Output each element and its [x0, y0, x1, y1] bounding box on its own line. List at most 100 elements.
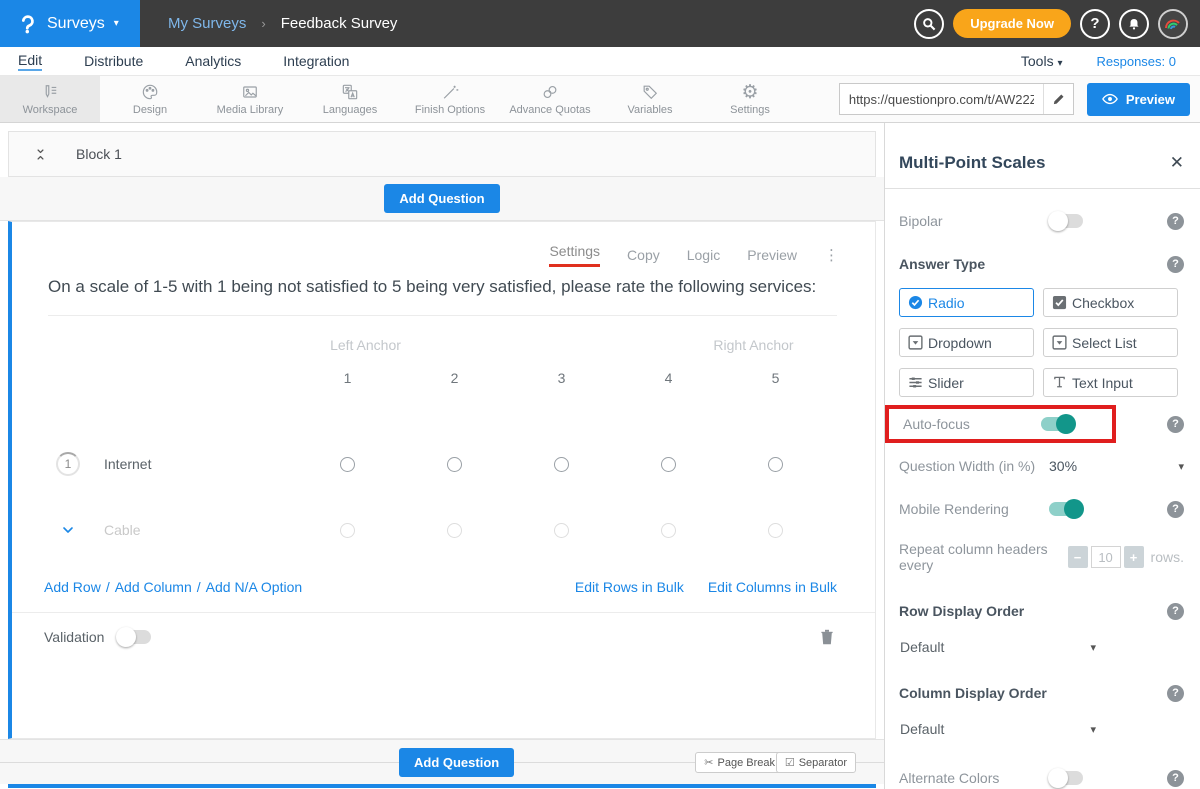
bipolar-toggle[interactable]	[1049, 214, 1083, 228]
add-na-option-link[interactable]: Add N/A Option	[206, 579, 303, 595]
checked-box-icon: ☑	[785, 756, 795, 769]
add-row-link[interactable]: Add Row	[44, 579, 101, 595]
mobile-rendering-help-icon[interactable]: ?	[1167, 501, 1184, 518]
answer-type-help-icon[interactable]: ?	[1167, 256, 1184, 273]
question-tab-logic[interactable]: Logic	[687, 247, 720, 263]
answer-type-dropdown[interactable]: Dropdown	[899, 328, 1034, 357]
edit-rows-bulk-link[interactable]: Edit Rows in Bulk	[575, 579, 684, 595]
row-display-order-select[interactable]: Default ▾	[900, 639, 1096, 655]
column-header-1[interactable]: 1	[294, 370, 401, 386]
answer-type-checkbox[interactable]: Checkbox	[1043, 288, 1178, 317]
question-tab-copy[interactable]: Copy	[627, 247, 660, 263]
alternate-colors-toggle[interactable]	[1049, 771, 1083, 785]
chevron-down-icon: ▾	[1090, 641, 1096, 654]
separator-button[interactable]: ☑ Separator	[776, 752, 856, 773]
column-header-5[interactable]: 5	[722, 370, 829, 386]
toolbar-item-advance-quotas[interactable]: Advance Quotas	[500, 76, 600, 122]
repeat-headers-suffix: rows.	[1151, 549, 1184, 565]
radio-cable-5[interactable]	[768, 523, 783, 538]
tab-distribute[interactable]: Distribute	[84, 53, 143, 69]
page-break-button[interactable]: ✂ Page Break	[695, 752, 784, 773]
toolbar-item-design[interactable]: Design	[100, 76, 200, 122]
alternate-colors-label: Alternate Colors	[899, 770, 1049, 786]
toolbar-item-languages[interactable]: Languages	[300, 76, 400, 122]
alternate-colors-help-icon[interactable]: ?	[1167, 770, 1184, 787]
toolbar-item-media-library[interactable]: Media Library	[200, 76, 300, 122]
radio-internet-2[interactable]	[447, 457, 462, 472]
question-width-label: Question Width (in %)	[899, 458, 1049, 474]
radio-internet-4[interactable]	[661, 457, 676, 472]
toolbar-item-variables[interactable]: Variables	[600, 76, 700, 122]
question-tab-settings[interactable]: Settings	[549, 243, 600, 267]
row-label-internet[interactable]: Internet	[92, 456, 294, 472]
app-menu-surveys[interactable]: Surveys ▾	[0, 0, 140, 47]
radio-check-icon	[908, 295, 923, 310]
chevron-down-icon[interactable]	[60, 522, 76, 538]
autofocus-help-icon[interactable]: ?	[1167, 416, 1184, 433]
preview-button[interactable]: Preview	[1087, 83, 1190, 116]
add-question-button-top[interactable]: Add Question	[384, 184, 499, 213]
left-anchor-label[interactable]: Left Anchor	[312, 337, 419, 353]
collapse-block-button[interactable]	[33, 146, 48, 163]
collapse-vertical-icon	[33, 146, 48, 163]
column-header-3[interactable]: 3	[508, 370, 615, 386]
toolbar-item-settings[interactable]: ⚙ Settings	[700, 76, 800, 122]
delete-question-button[interactable]	[819, 628, 835, 646]
autofocus-toggle[interactable]	[1041, 417, 1075, 431]
radio-cable-3[interactable]	[554, 523, 569, 538]
column-header-2[interactable]: 2	[401, 370, 508, 386]
survey-url-input[interactable]	[840, 84, 1043, 114]
upgrade-now-button[interactable]: Upgrade Now	[953, 9, 1071, 38]
tab-integration[interactable]: Integration	[283, 53, 349, 69]
row-label-cable[interactable]: Cable	[92, 522, 294, 538]
tools-menu[interactable]: Tools ▾	[1021, 53, 1063, 69]
radio-cable-2[interactable]	[447, 523, 462, 538]
repeat-headers-row: Repeat column headers every − + rows.	[885, 541, 1200, 573]
add-column-link[interactable]: Add Column	[115, 579, 192, 595]
answer-type-text-input[interactable]: Text Input	[1043, 368, 1178, 397]
chevron-down-icon[interactable]: ▾	[1178, 460, 1184, 473]
breadcrumb-separator-icon: ›	[261, 16, 265, 31]
advance-quotas-chain-icon	[539, 82, 561, 102]
help-button[interactable]: ?	[1080, 9, 1110, 39]
stepper-increment-button[interactable]: +	[1124, 546, 1144, 568]
question-width-value[interactable]: 30%	[1049, 458, 1077, 474]
answer-type-slider[interactable]: Slider	[899, 368, 1034, 397]
toolbar-item-finish-options[interactable]: Finish Options	[400, 76, 500, 122]
close-icon[interactable]: ✕	[1170, 153, 1184, 173]
user-avatar[interactable]	[1158, 9, 1188, 39]
repeat-headers-label: Repeat column headers every	[899, 541, 1056, 573]
radio-cable-1[interactable]	[340, 523, 355, 538]
add-question-button-bottom[interactable]: Add Question	[399, 748, 514, 777]
validation-toggle[interactable]	[117, 630, 151, 644]
toolbar-item-workspace[interactable]: Workspace	[0, 76, 100, 122]
breadcrumb-my-surveys[interactable]: My Surveys	[168, 15, 246, 32]
tab-edit[interactable]: Edit	[18, 52, 42, 71]
radio-internet-3[interactable]	[554, 457, 569, 472]
question-tab-preview[interactable]: Preview	[747, 247, 797, 263]
answer-type-radio[interactable]: Radio	[899, 288, 1034, 317]
answer-type-select-list[interactable]: Select List	[1043, 328, 1178, 357]
column-display-order-select[interactable]: Default ▾	[900, 721, 1096, 737]
edit-url-button[interactable]	[1043, 84, 1073, 114]
column-header-4[interactable]: 4	[615, 370, 722, 386]
more-options-icon[interactable]: ⋮	[824, 246, 839, 264]
column-display-order-row: Column Display Order ?	[885, 682, 1200, 704]
question-text[interactable]: On a scale of 1-5 with 1 being not satis…	[48, 274, 837, 316]
row-display-help-icon[interactable]: ?	[1167, 603, 1184, 620]
radio-internet-1[interactable]	[340, 457, 355, 472]
bipolar-help-icon[interactable]: ?	[1167, 213, 1184, 230]
tab-analytics[interactable]: Analytics	[185, 53, 241, 69]
mobile-rendering-toggle[interactable]	[1049, 502, 1083, 516]
search-button[interactable]	[914, 9, 944, 39]
radio-cable-4[interactable]	[661, 523, 676, 538]
responses-count[interactable]: Responses: 0	[1097, 54, 1177, 69]
notifications-button[interactable]	[1119, 9, 1149, 39]
repeat-headers-input[interactable]	[1091, 546, 1121, 568]
edit-columns-bulk-link[interactable]: Edit Columns in Bulk	[708, 579, 837, 595]
right-anchor-label[interactable]: Right Anchor	[700, 337, 807, 353]
stepper-decrement-button[interactable]: −	[1068, 546, 1088, 568]
radio-internet-5[interactable]	[768, 457, 783, 472]
column-display-help-icon[interactable]: ?	[1167, 685, 1184, 702]
select-list-icon	[1052, 335, 1067, 350]
